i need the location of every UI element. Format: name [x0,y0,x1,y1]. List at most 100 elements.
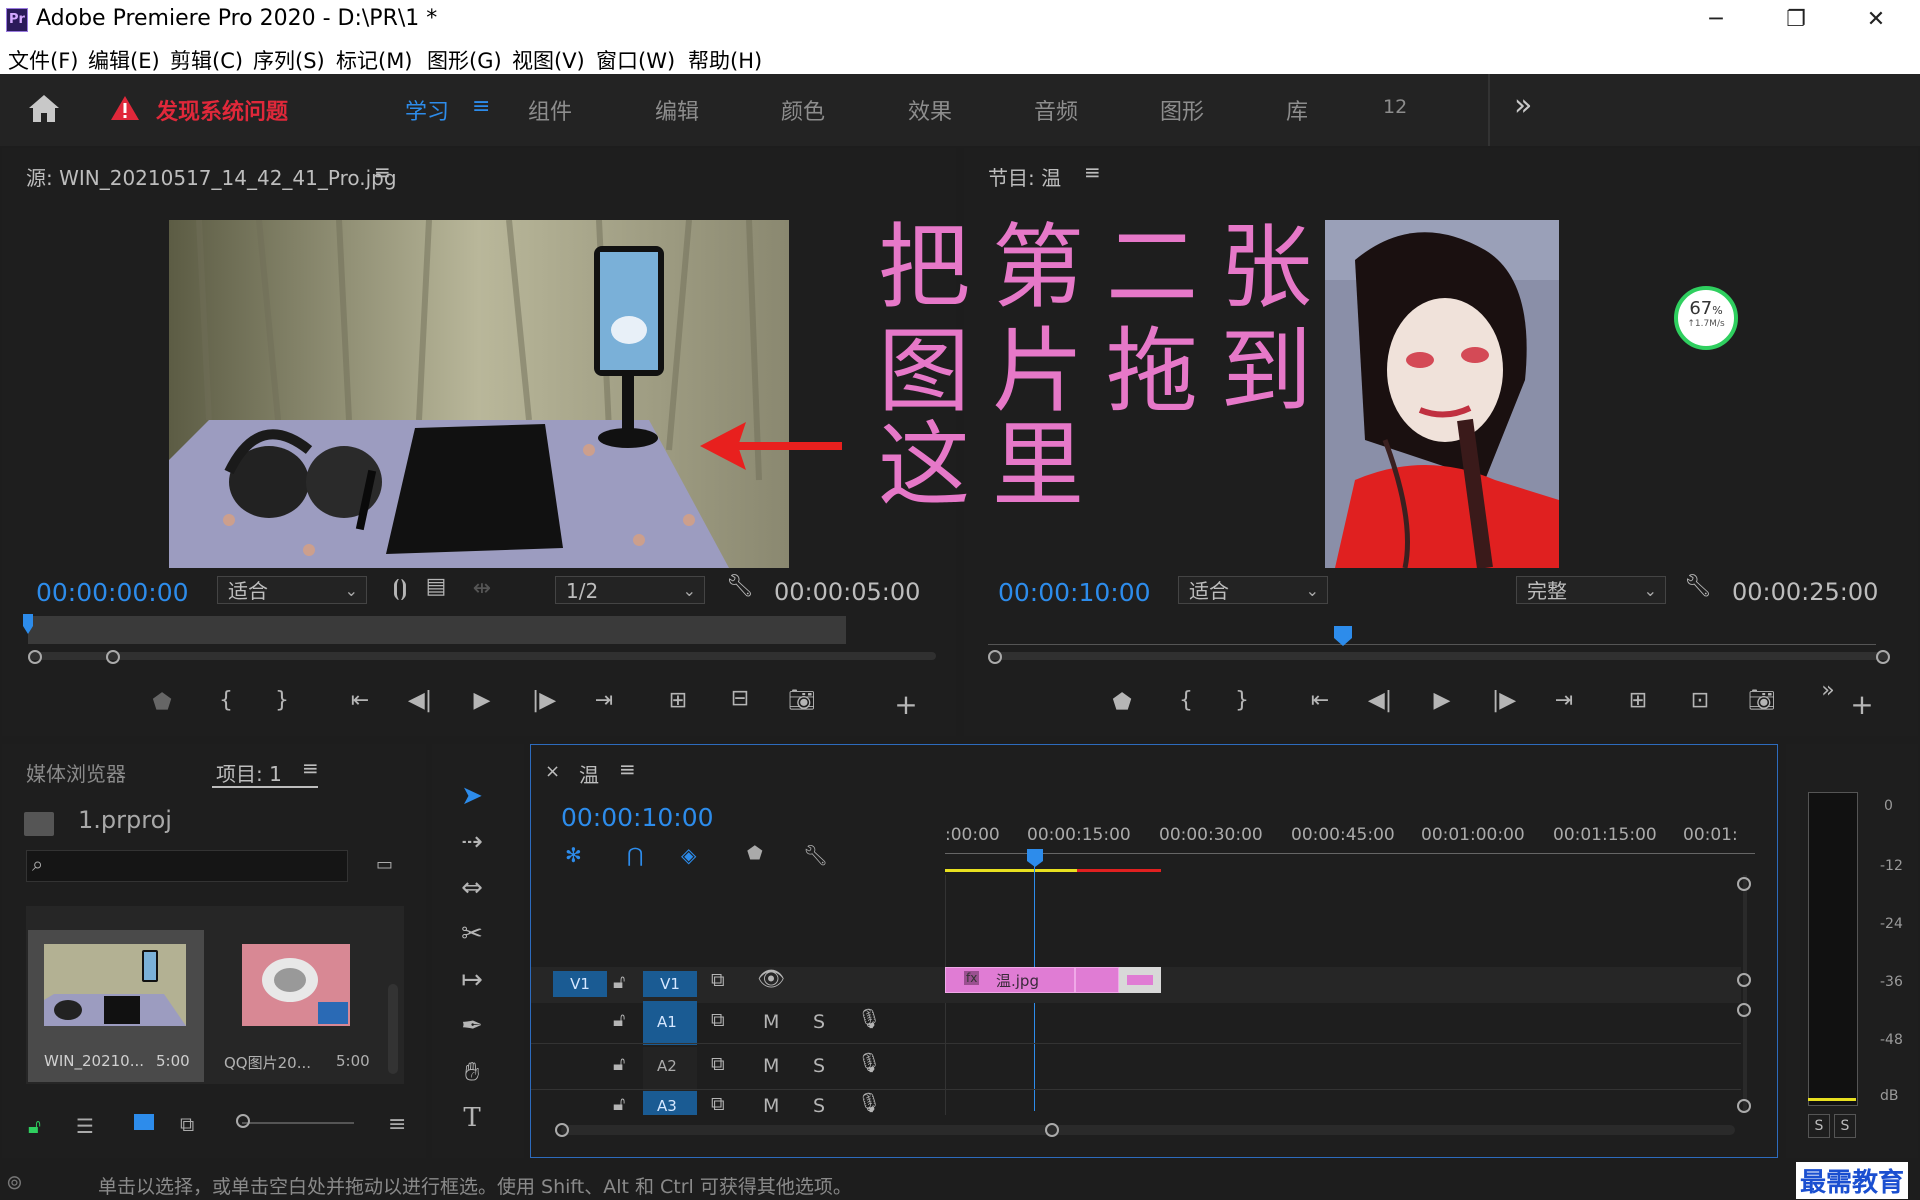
solo-button[interactable]: S [813,1011,825,1033]
tab-12[interactable]: 12 [1383,96,1407,118]
tab-media-browser[interactable]: 媒体浏览器 [26,758,126,787]
panel-menu-icon[interactable]: ≡ [374,160,391,184]
tab-editing[interactable]: 编辑 [655,94,699,126]
sync-lock-icon[interactable]: ⧉ [711,1093,725,1115]
close-button[interactable]: ✕ [1846,2,1906,38]
button-editor-plus-icon[interactable]: + [1844,688,1880,721]
add-marker-icon[interactable]: ⬟ [144,690,180,715]
scroll-handle-right[interactable] [1876,650,1890,664]
program-time-ruler[interactable] [988,618,1876,645]
new-bin-icon[interactable]: ▭ [376,854,393,875]
pen-tool-icon[interactable]: ✒︎ [452,1006,492,1046]
menu-edit[interactable]: 编辑(E) [88,45,160,75]
menu-file[interactable]: 文件(F) [8,45,78,75]
source-resolution-dropdown[interactable]: 1/2 ⌄ [555,576,705,604]
wrench-icon[interactable]: 🔧︎ [1680,574,1716,599]
play-icon[interactable]: ▶︎ [464,688,500,713]
panel-menu-icon[interactable]: ≡ [302,756,319,780]
go-to-out-icon[interactable]: ⇥ [1546,688,1582,713]
menu-graphics[interactable]: 图形(G) [427,45,502,75]
source-current-timecode[interactable]: 00:00:00:00 [36,578,189,607]
overwrite-icon[interactable]: ⊟ [722,686,758,711]
track-target-a2[interactable]: A2 [657,1057,677,1075]
button-editor-plus-icon[interactable]: + [888,688,924,721]
overflow-icon[interactable]: » [1810,678,1846,703]
panel-menu-icon[interactable]: ≡ [1084,160,1101,184]
solo-button[interactable]: S [813,1055,825,1077]
tab-audio[interactable]: 音频 [1034,94,1078,126]
scroll-handle-right[interactable] [1045,1123,1059,1137]
minimize-button[interactable]: ─ [1686,2,1746,38]
track-target-v1[interactable]: V1 [643,971,697,997]
ripple-edit-tool-icon[interactable]: ⇔ [452,868,492,908]
microphone-icon[interactable]: 🎙︎ [857,1051,881,1074]
freeform-view-icon[interactable]: ⧉ [180,1112,194,1136]
timeline-clip[interactable]: fx 温.jpg [945,967,1075,993]
step-back-icon[interactable]: ◀︎| [1362,688,1398,713]
close-sequence-icon[interactable]: × [545,761,560,782]
tab-assembly[interactable]: 组件 [528,94,572,126]
program-monitor-title[interactable]: 节目: 温 [988,162,1061,191]
mark-in-icon[interactable]: { [208,688,244,713]
slip-tool-icon[interactable]: ↦ [452,960,492,1000]
play-icon[interactable]: ▶︎ [1424,688,1460,713]
add-marker-icon[interactable]: ⬟ [747,843,763,864]
list-view-icon[interactable]: ☰ [76,1114,94,1138]
timeline-clip[interactable] [1075,967,1119,993]
export-frame-icon[interactable]: 📷︎ [784,688,820,713]
timeline-timecode[interactable]: 00:00:10:00 [561,803,714,832]
scroll-handle-left[interactable] [988,650,1002,664]
track-target-a3[interactable]: A3 [657,1097,677,1115]
lock-icon[interactable]: 🔓︎ [613,971,625,993]
project-search-input[interactable] [26,850,348,882]
drag-video-icon[interactable]: ⇹ [464,576,500,601]
icon-view-icon[interactable] [134,1114,154,1130]
project-item-selected[interactable]: WIN_20210... 5:00 [28,930,204,1082]
go-to-in-icon[interactable]: ⇤ [342,688,378,713]
sync-lock-icon[interactable]: ⧉ [711,1053,725,1075]
lift-icon[interactable]: ⊞ [1620,688,1656,713]
scroll-handle-left[interactable] [28,650,42,664]
step-forward-icon[interactable]: |▶︎ [1486,688,1522,713]
export-frame-icon[interactable]: 📷︎ [1744,688,1780,713]
step-forward-icon[interactable]: |▶︎ [526,688,562,713]
maximize-button[interactable]: ❐ [1766,2,1826,38]
timeline-clip[interactable] [1119,967,1161,993]
source-fit-dropdown[interactable]: 适合 ⌄ [217,576,367,604]
menu-sequence[interactable]: 序列(S) [253,45,325,75]
project-item[interactable]: QQ图片20... 5:00 [212,930,388,1082]
timeline-horizontal-scrollbar[interactable] [561,1125,1735,1135]
sort-icon[interactable]: ≡ [388,1112,406,1137]
extract-icon[interactable]: ⊡ [1682,688,1718,713]
menu-clip[interactable]: 剪辑(C) [170,45,243,75]
menu-view[interactable]: 视图(V) [512,45,585,75]
source-playhead-icon[interactable] [22,614,34,636]
program-zoom-scrollbar[interactable] [988,652,1890,660]
menu-marker[interactable]: 标记(M) [336,45,413,75]
film-strip-icon[interactable]: ▤ [418,574,454,599]
program-quality-dropdown[interactable]: 完整 ⌄ [1516,576,1666,604]
sequence-tab[interactable]: 温 [579,759,599,788]
panel-menu-icon[interactable]: ≡ [619,757,636,781]
hand-tool-icon[interactable]: ✋︎ [452,1052,492,1092]
program-current-timecode[interactable]: 00:00:10:00 [998,578,1151,607]
program-fit-dropdown[interactable]: 适合 ⌄ [1178,576,1328,604]
tab-learn[interactable]: 学习 [405,94,449,126]
lock-icon[interactable]: 🔓︎ [613,1009,625,1031]
go-to-in-icon[interactable]: ⇤ [1302,688,1338,713]
microphone-icon[interactable]: 🎙︎ [857,1091,881,1114]
sync-lock-icon[interactable]: ⧉ [711,969,725,991]
source-zoom-scrollbar[interactable] [28,652,936,660]
menu-help[interactable]: 帮助(H) [688,45,762,75]
timeline-vertical-scrollbar[interactable] [1743,875,1747,1111]
track-select-tool-icon[interactable]: ⇢ [452,822,492,862]
scroll-handle-left[interactable] [555,1123,569,1137]
lock-icon[interactable]: 🔓︎ [28,1114,41,1138]
scroll-handle[interactable] [1737,1099,1751,1113]
mute-button[interactable]: M [763,1055,779,1077]
timeline-ruler[interactable] [945,853,1755,854]
source-patch-v1[interactable]: V1 [553,971,607,997]
type-tool-icon[interactable]: T [452,1098,492,1138]
source-monitor-title[interactable]: 源: WIN_20210517_14_42_41_Pro.jpg [26,162,397,191]
mute-button[interactable]: M [763,1011,779,1033]
